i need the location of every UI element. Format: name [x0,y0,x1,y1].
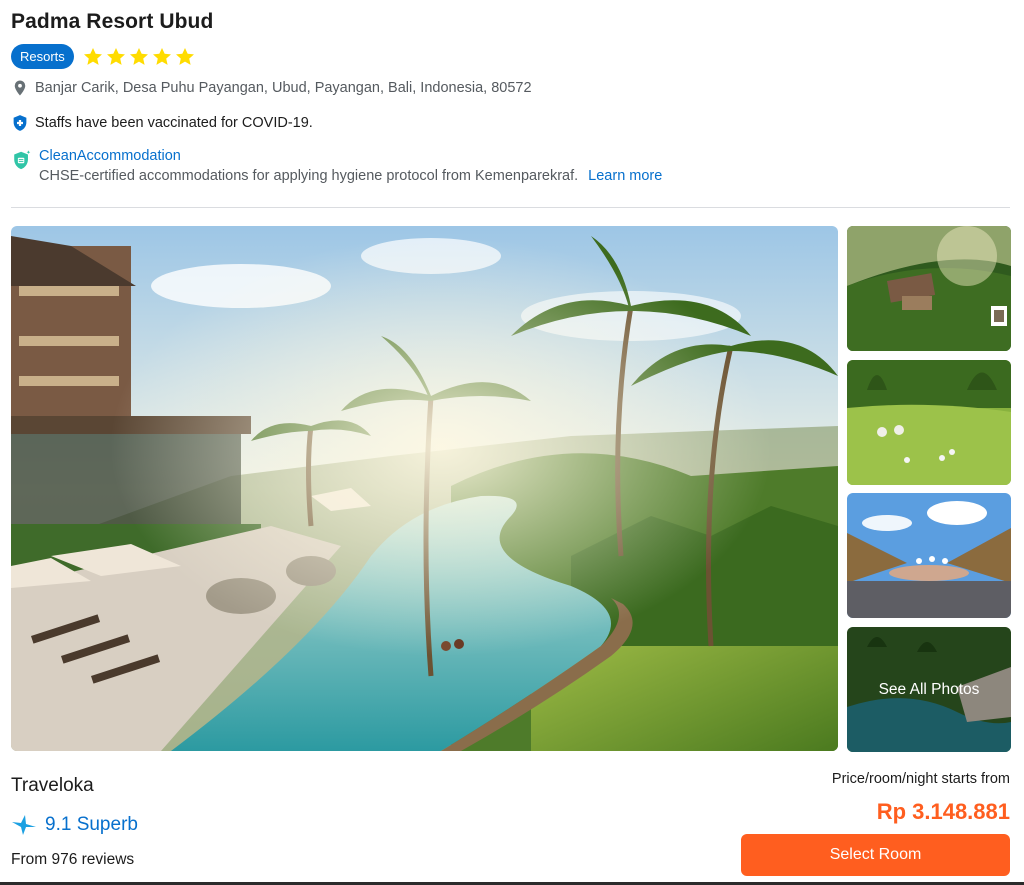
review-count: From 976 reviews [11,851,135,868]
see-all-photos-button[interactable]: See All Photos [847,627,1011,752]
address-row: Banjar Carik, Desa Puhu Payangan, Ubud, … [11,79,532,97]
hotel-name: Padma Resort Ubud [11,10,214,33]
hotel-address: Banjar Carik, Desa Puhu Payangan, Ubud, … [35,80,532,96]
star-icon [106,47,125,65]
star-rating [82,46,197,68]
yoga-deck-image [847,493,1011,618]
provider-name: Traveloka [11,775,94,796]
main-photo[interactable] [11,226,838,751]
vaccination-row: Staffs have been vaccinated for COVID-19… [11,114,313,132]
resort-pool-image [11,226,838,751]
accommodation-type-badge[interactable]: Resorts [11,44,74,69]
clean-description-text: CHSE-certified accommodations for applyi… [39,168,579,184]
photo-thumbnail-3[interactable] [847,493,1011,618]
price-value: Rp 3.148.881 [876,799,1010,824]
photo-thumbnail-1[interactable] [847,226,1011,351]
clean-accommodation: CleanAccommodation CHSE-certified accomm… [11,148,662,184]
hotel-detail-page: Padma Resort Ubud Resorts Banjar Carik, … [0,0,1024,885]
aerial-resort-image [847,226,1011,351]
star-icon [129,47,148,65]
shield-vaccine-icon [13,115,27,131]
star-icon [152,47,171,65]
clean-title[interactable]: CleanAccommodation [39,148,662,164]
price-label: Price/room/night starts from [831,771,1010,787]
garden-archery-image [847,360,1011,485]
star-icon [83,47,102,65]
star-icon [175,47,194,65]
location-pin-icon [14,80,26,96]
rating[interactable]: 9.1 Superb [11,814,138,836]
badge-row: Resorts [11,44,197,69]
photo-thumbnail-4[interactable]: See All Photos [847,627,1011,752]
clean-shield-icon [14,150,31,170]
vaccination-note: Staffs have been vaccinated for COVID-19… [35,115,313,131]
divider [11,207,1010,208]
rating-score: 9.1 Superb [45,814,138,835]
learn-more-link[interactable]: Learn more [588,168,662,184]
clean-description: CHSE-certified accommodations for applyi… [39,168,662,184]
traveloka-bird-icon [12,815,36,835]
select-room-button[interactable]: Select Room [741,834,1010,876]
photo-thumbnail-2[interactable] [847,360,1011,485]
clean-text: CleanAccommodation CHSE-certified accomm… [39,148,662,184]
